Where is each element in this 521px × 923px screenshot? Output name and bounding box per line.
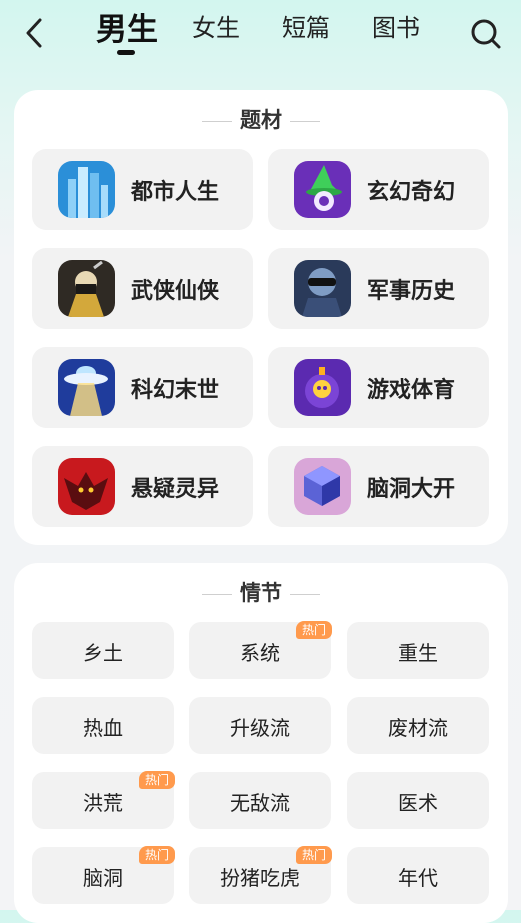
hot-badge: 热门 [295,621,332,639]
plot-tag-label: 扮猪吃虎 [220,866,300,890]
plot-tag-label: 无敌流 [230,791,290,815]
skull-bomb-icon [294,359,351,416]
plot-tag[interactable]: 医术 [347,772,489,829]
active-tab-indicator [117,50,135,55]
top-bar: 男生 女生 短篇 图书 [0,0,521,70]
plot-tag[interactable]: 乡土 [32,622,174,679]
plot-tag[interactable]: 系统 热门 [189,621,332,679]
ufo-icon [58,359,115,416]
swordsman-icon [58,260,115,317]
genre-games-sports[interactable]: 游戏体育 [268,347,489,428]
themes-card: 题材 都市人生 玄幻奇幻 武侠仙侠 军事历史 科幻末世 游戏体育 悬疑灵异 脑洞… [14,90,508,545]
genre-label: 脑洞大开 [367,477,456,502]
tab-short[interactable]: 短篇 [282,8,330,43]
genre-scifi[interactable]: 科幻末世 [32,347,253,428]
plot-tag[interactable]: 重生 [347,622,489,679]
hot-badge: 热门 [295,846,332,864]
plot-tag-label: 医术 [398,791,438,815]
plot-tag-label: 废材流 [388,716,448,740]
genre-label: 科幻末世 [131,378,220,403]
plot-tag[interactable]: 无敌流 [189,772,331,829]
demon-icon [58,458,115,515]
plot-tag[interactable]: 热血 [32,697,174,754]
genre-brain-hole[interactable]: 脑洞大开 [268,446,489,527]
genre-suspense[interactable]: 悬疑灵异 [32,446,253,527]
hot-badge: 热门 [138,771,175,789]
hot-badge: 热门 [138,846,175,864]
genre-label: 玄幻奇幻 [367,180,456,205]
chevron-left-icon[interactable] [20,16,50,50]
plot-tag-label: 系统 [240,641,280,665]
search-icon[interactable] [468,16,504,52]
soldier-icon [294,260,351,317]
plot-tag[interactable]: 洪荒 热门 [32,771,175,829]
plot-tag-label: 重生 [398,641,438,665]
themes-section-title: 题材 [14,104,508,134]
plot-tag-label: 热血 [83,716,123,740]
plot-tag-label: 脑洞 [83,866,123,890]
genre-label: 武侠仙侠 [131,279,220,304]
genre-wuxia[interactable]: 武侠仙侠 [32,248,253,329]
genre-fantasy[interactable]: 玄幻奇幻 [268,149,489,230]
plot-tag-label: 年代 [398,866,438,890]
city-icon [58,161,115,218]
cube-icon [294,458,351,515]
genre-label: 军事历史 [367,279,456,304]
plot-tag[interactable]: 废材流 [347,697,489,754]
witch-hat-icon [294,161,351,218]
genre-label: 悬疑灵异 [131,477,220,502]
tab-books[interactable]: 图书 [372,8,420,43]
plot-tag[interactable]: 升级流 [189,697,331,754]
genre-urban[interactable]: 都市人生 [32,149,253,230]
genre-label: 都市人生 [131,180,220,205]
plot-tag[interactable]: 年代 [347,847,489,904]
tab-male[interactable]: 男生 [96,4,158,49]
genre-military[interactable]: 军事历史 [268,248,489,329]
genre-label: 游戏体育 [367,378,456,403]
plot-tag[interactable]: 脑洞 热门 [32,846,175,904]
plots-section-title: 情节 [14,577,508,607]
plot-tag-label: 乡土 [83,641,123,665]
plot-tag-label: 洪荒 [83,791,123,815]
tab-female[interactable]: 女生 [192,8,240,43]
plot-tag-label: 升级流 [230,716,290,740]
plots-card: 情节 乡土 系统 热门 重生 热血 升级流 废材流 洪荒 热门 无敌流 医术 脑… [14,563,508,923]
plot-tag[interactable]: 扮猪吃虎 热门 [189,846,332,904]
